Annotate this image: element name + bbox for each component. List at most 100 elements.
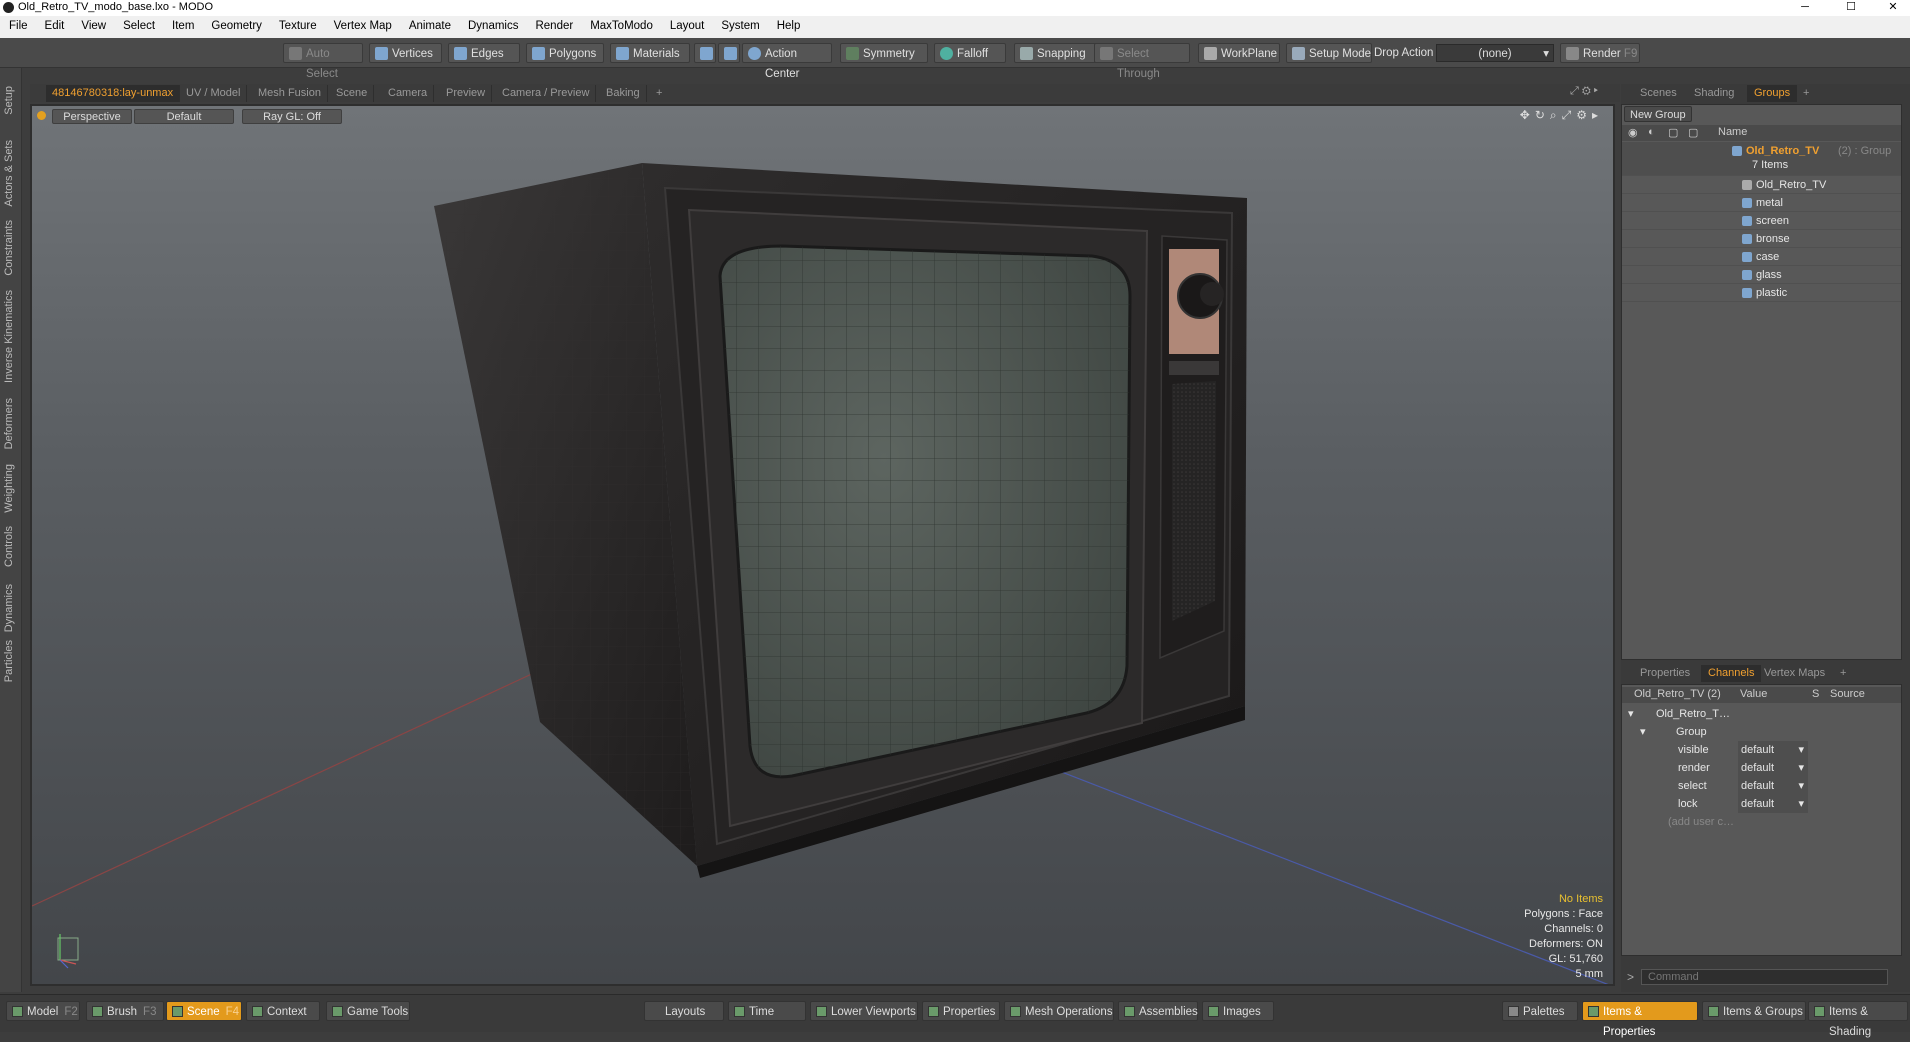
element-mode-button[interactable] (694, 43, 716, 63)
workplane-button[interactable]: WorkPlane (1198, 43, 1280, 63)
items-groups-button[interactable]: Items & Groups (1702, 1001, 1806, 1021)
materials-button[interactable]: Materials (610, 43, 690, 63)
menu-maxtomodo[interactable]: MaxToModo (581, 16, 661, 32)
tab-preview[interactable]: Preview (440, 85, 493, 102)
items-properties-button[interactable]: Items & Properties (1582, 1001, 1698, 1038)
menu-help[interactable]: Help (768, 16, 809, 32)
tab-channels[interactable]: Channels (1701, 665, 1762, 682)
tab-groups[interactable]: Groups (1747, 85, 1798, 102)
setup-mode-button[interactable]: Setup Mode (1286, 43, 1372, 63)
channel-row[interactable]: lock default ▾ (1622, 795, 1901, 813)
channel-row[interactable]: visible default ▾ (1622, 741, 1901, 759)
command-input[interactable] (1641, 969, 1888, 985)
tab-actors-sets[interactable]: Actors & Sets (3, 140, 15, 207)
menu-select[interactable]: Select (114, 16, 163, 32)
menu-geometry[interactable]: Geometry (202, 16, 270, 32)
lock-icon[interactable]: ▢ (1668, 126, 1678, 139)
tab-mesh-fusion[interactable]: Mesh Fusion (252, 85, 328, 102)
tab-deformers[interactable]: Deformers (3, 398, 15, 449)
images-button[interactable]: Images (1202, 1001, 1274, 1021)
new-group-button[interactable]: New Group (1624, 106, 1692, 122)
list-item[interactable]: Old_Retro_TV (1622, 176, 1901, 194)
tab-setup[interactable]: Setup (3, 86, 15, 115)
close-button[interactable]: ✕ (1876, 0, 1910, 16)
menu-animate[interactable]: Animate (400, 16, 459, 32)
action-center-button[interactable]: Action Center (742, 43, 832, 80)
polygons-button[interactable]: Polygons (526, 43, 604, 63)
3d-viewport[interactable]: Perspective Default Ray GL: Off ✥↻⌕⤢⚙▸ N… (30, 104, 1615, 986)
menu-edit[interactable]: Edit (36, 16, 73, 32)
select-toggle-icon[interactable]: ▢ (1688, 126, 1698, 139)
maximize-button[interactable]: ☐ (1834, 0, 1868, 16)
group-root-row[interactable]: Old_Retro_TV (2) : Group 7 Items (1622, 142, 1901, 176)
menu-system[interactable]: System (712, 16, 767, 32)
channel-value-select[interactable]: default ▾ (1738, 795, 1808, 813)
render-button[interactable]: Render F9 (1560, 43, 1640, 63)
tab-constraints[interactable]: Constraints (3, 220, 15, 276)
model-layout-button[interactable]: Model F2 (6, 1001, 80, 1021)
items-shading-button[interactable]: Items & Shading (1808, 1001, 1908, 1038)
select-through-button[interactable]: Select Through (1094, 43, 1190, 80)
palettes-button[interactable]: Palettes (1502, 1001, 1578, 1021)
tab-camera[interactable]: Camera (382, 85, 435, 102)
list-item[interactable]: bronse (1622, 230, 1901, 248)
falloff-button[interactable]: Falloff (934, 43, 1006, 63)
tab-inverse-kinematics[interactable]: Inverse Kinematics (3, 290, 15, 383)
properties-button[interactable]: Properties (922, 1001, 1000, 1021)
tab-camera-preview[interactable]: Camera / Preview (496, 85, 597, 102)
item-mode-button[interactable] (718, 43, 740, 63)
menu-view[interactable]: View (72, 16, 114, 32)
add-user-channel-row[interactable]: (add user c… (1622, 813, 1901, 831)
channel-value-select[interactable]: default ▾ (1738, 741, 1808, 759)
list-item[interactable]: case (1622, 248, 1901, 266)
channel-item-row[interactable]: ▾ Old_Retro_T… (1622, 705, 1901, 723)
channel-group-row[interactable]: ▾ Group (1622, 723, 1901, 741)
tab-weighting[interactable]: Weighting (3, 464, 15, 513)
auto-select-button[interactable]: Auto Select (283, 43, 363, 80)
layouts-button[interactable]: Layouts (644, 1001, 724, 1021)
minimize-button[interactable]: ─ (1788, 0, 1822, 16)
time-button[interactable]: Time (728, 1001, 806, 1021)
list-item[interactable]: glass (1622, 266, 1901, 284)
tab-vertex-maps[interactable]: Vertex Maps (1757, 665, 1832, 682)
game-tools-layout-button[interactable]: Game Tools (326, 1001, 410, 1021)
channel-row[interactable]: render default ▾ (1622, 759, 1901, 777)
maximize-viewport-icon[interactable]: ⤢ ⚙ ▸ (1570, 85, 1598, 98)
symmetry-button[interactable]: Symmetry (840, 43, 928, 63)
channel-value-select[interactable]: default ▾ (1738, 777, 1808, 795)
drop-action-select[interactable]: (none) ▾ (1436, 44, 1554, 62)
tab-shading[interactable]: Shading (1687, 85, 1741, 102)
snapping-button[interactable]: Snapping (1014, 43, 1098, 63)
tab-baking[interactable]: Baking (600, 85, 647, 102)
menu-dynamics[interactable]: Dynamics (459, 16, 526, 32)
menu-render[interactable]: Render (526, 16, 581, 32)
add-props-tab-button[interactable]: + (1833, 665, 1853, 682)
tab-scene[interactable]: Scene (330, 85, 375, 102)
tab-controls[interactable]: Controls (3, 526, 15, 567)
menu-texture[interactable]: Texture (270, 16, 325, 32)
add-panel-tab-button[interactable]: + (1796, 85, 1816, 102)
menu-layout[interactable]: Layout (661, 16, 713, 32)
list-item[interactable]: screen (1622, 212, 1901, 230)
lower-viewports-button[interactable]: Lower Viewports (810, 1001, 918, 1021)
vertices-button[interactable]: Vertices (369, 43, 442, 63)
tab-dynamics[interactable]: Dynamics (3, 584, 15, 632)
render-toggle-icon[interactable]: ◐ (1648, 126, 1655, 138)
brush-layout-button[interactable]: Brush F3 (86, 1001, 164, 1021)
mesh-operations-button[interactable]: Mesh Operations (1004, 1001, 1114, 1021)
list-item[interactable]: plastic (1622, 284, 1901, 302)
add-tab-button[interactable]: + (650, 85, 668, 102)
tab-lay-unmax[interactable]: 48146780318:lay-unmax (46, 85, 181, 102)
scene-layout-button[interactable]: Scene F4 (166, 1001, 242, 1021)
menu-item[interactable]: Item (163, 16, 202, 32)
tab-particles[interactable]: Particles (3, 640, 15, 682)
assemblies-button[interactable]: Assemblies (1118, 1001, 1198, 1021)
tab-uv-model[interactable]: UV / Model (180, 85, 248, 102)
list-item[interactable]: metal (1622, 194, 1901, 212)
tab-properties[interactable]: Properties (1633, 665, 1697, 682)
edges-button[interactable]: Edges (448, 43, 520, 63)
menu-vertex-map[interactable]: Vertex Map (325, 16, 400, 32)
eye-icon[interactable]: ◉ (1628, 126, 1638, 139)
channel-value-select[interactable]: default ▾ (1738, 759, 1808, 777)
menu-file[interactable]: File (0, 16, 36, 32)
